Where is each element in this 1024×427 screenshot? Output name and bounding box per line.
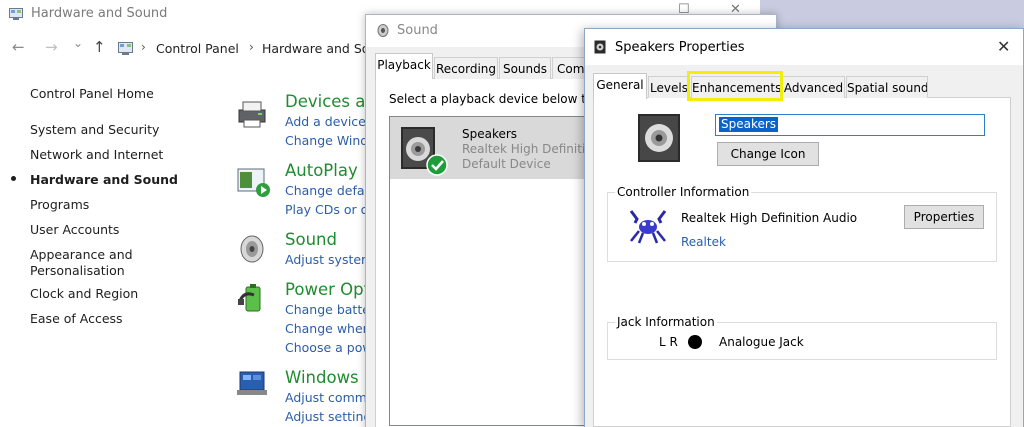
category-autoplay-title[interactable]: AutoPlay <box>285 161 358 180</box>
jack-label: Analogue Jack <box>719 335 804 349</box>
recent-dropdown-icon[interactable]: ⌄ <box>73 36 83 50</box>
devices-printer-icon <box>238 101 266 128</box>
enhancements-highlight-box <box>687 71 783 101</box>
back-arrow-icon[interactable]: ← <box>12 38 25 56</box>
link-change-defaults[interactable]: Change defau <box>285 183 372 198</box>
speakers-properties-dialog: Speakers Properties ✕ General Levels Enh… <box>584 28 1024 427</box>
nav-clock-and-region[interactable]: Clock and Region <box>30 286 138 302</box>
device-driver: Realtek High Definitio <box>462 142 593 156</box>
controller-name: Realtek High Definition Audio <box>681 211 858 225</box>
link-change-windows[interactable]: Change Windo <box>285 133 376 148</box>
nav-system-and-security[interactable]: System and Security <box>30 122 159 138</box>
control-panel-icon <box>9 8 23 20</box>
link-adjust-settings[interactable]: Adjust setting <box>285 409 371 424</box>
power-battery-icon <box>238 284 261 312</box>
nav-personalisation[interactable]: Personalisation <box>30 263 125 279</box>
nav-network-and-internet[interactable]: Network and Internet <box>30 147 163 163</box>
link-play-cds[interactable]: Play CDs or ot <box>285 202 373 217</box>
controller-vendor-link[interactable]: Realtek <box>681 235 726 249</box>
close-icon[interactable]: ✕ <box>997 37 1010 56</box>
speakers-properties-titlebar: Speakers Properties ✕ <box>585 29 1023 65</box>
speaker-icon <box>594 40 606 54</box>
tab-levels[interactable]: Levels <box>648 76 690 98</box>
change-icon-button[interactable]: Change Icon <box>717 142 819 166</box>
sound-title: Sound <box>397 23 438 38</box>
jack-color-dot <box>688 335 702 349</box>
tab-advanced[interactable]: Advanced <box>782 76 845 98</box>
link-change-when[interactable]: Change when <box>285 321 371 336</box>
nav-user-accounts[interactable]: User Accounts <box>30 222 119 238</box>
controller-information-label: Controller Information <box>615 185 752 199</box>
speaker-device-icon <box>638 114 680 162</box>
tab-playback[interactable]: Playback <box>375 53 433 79</box>
jack-information-label: Jack Information <box>615 315 717 329</box>
realtek-crab-icon <box>629 210 667 244</box>
category-power-title[interactable]: Power Opti <box>285 280 375 299</box>
nav-appearance-and[interactable]: Appearance and <box>30 247 133 263</box>
nav-hardware-and-sound[interactable]: Hardware and Sound <box>30 172 178 188</box>
device-name: Speakers <box>462 127 518 141</box>
link-change-battery[interactable]: Change batter <box>285 302 375 317</box>
nav-programs[interactable]: Programs <box>30 197 89 213</box>
breadcrumb-hardware-and-sound[interactable]: Hardware and Sou <box>262 41 377 56</box>
jack-channels: L R <box>659 335 678 349</box>
active-nav-bullet <box>11 176 16 181</box>
breadcrumb-separator: › <box>249 40 254 54</box>
link-choose-a-power[interactable]: Choose a pow <box>285 340 373 355</box>
speakers-properties-title: Speakers Properties <box>615 40 745 55</box>
autoplay-icon <box>237 168 270 197</box>
windows-mobility-icon <box>237 371 267 395</box>
tab-communications[interactable]: Comm <box>552 57 588 79</box>
speaker-icon <box>240 235 264 263</box>
tab-general[interactable]: General <box>593 73 647 99</box>
speaker-icon <box>377 24 389 37</box>
tab-recording[interactable]: Recording <box>434 57 498 79</box>
device-name-selected-text[interactable]: Speakers <box>719 117 779 132</box>
sound-instruction: Select a playback device below to m <box>389 92 609 106</box>
category-devices-title[interactable]: Devices an <box>285 92 376 111</box>
link-add-a-device[interactable]: Add a device <box>285 114 366 129</box>
window-title: Hardware and Sound <box>31 6 168 21</box>
properties-button[interactable]: Properties <box>904 205 984 229</box>
breadcrumb-separator: › <box>141 40 146 54</box>
device-status: Default Device <box>462 157 551 171</box>
speaker-device-icon <box>401 127 448 176</box>
forward-arrow-icon[interactable]: → <box>45 38 58 56</box>
category-sound-title[interactable]: Sound <box>285 230 337 249</box>
link-adjust-common[interactable]: Adjust commo <box>285 390 375 405</box>
tab-spatial-sound[interactable]: Spatial sound <box>846 76 928 98</box>
up-arrow-icon[interactable]: ↑ <box>93 38 106 56</box>
tab-sounds[interactable]: Sounds <box>499 57 551 79</box>
control-panel-icon <box>118 42 133 55</box>
link-adjust-system-volume[interactable]: Adjust system <box>285 252 373 267</box>
nav-ease-of-access[interactable]: Ease of Access <box>30 311 123 327</box>
breadcrumb-control-panel[interactable]: Control Panel <box>156 41 239 56</box>
nav-control-panel-home[interactable]: Control Panel Home <box>30 86 154 102</box>
